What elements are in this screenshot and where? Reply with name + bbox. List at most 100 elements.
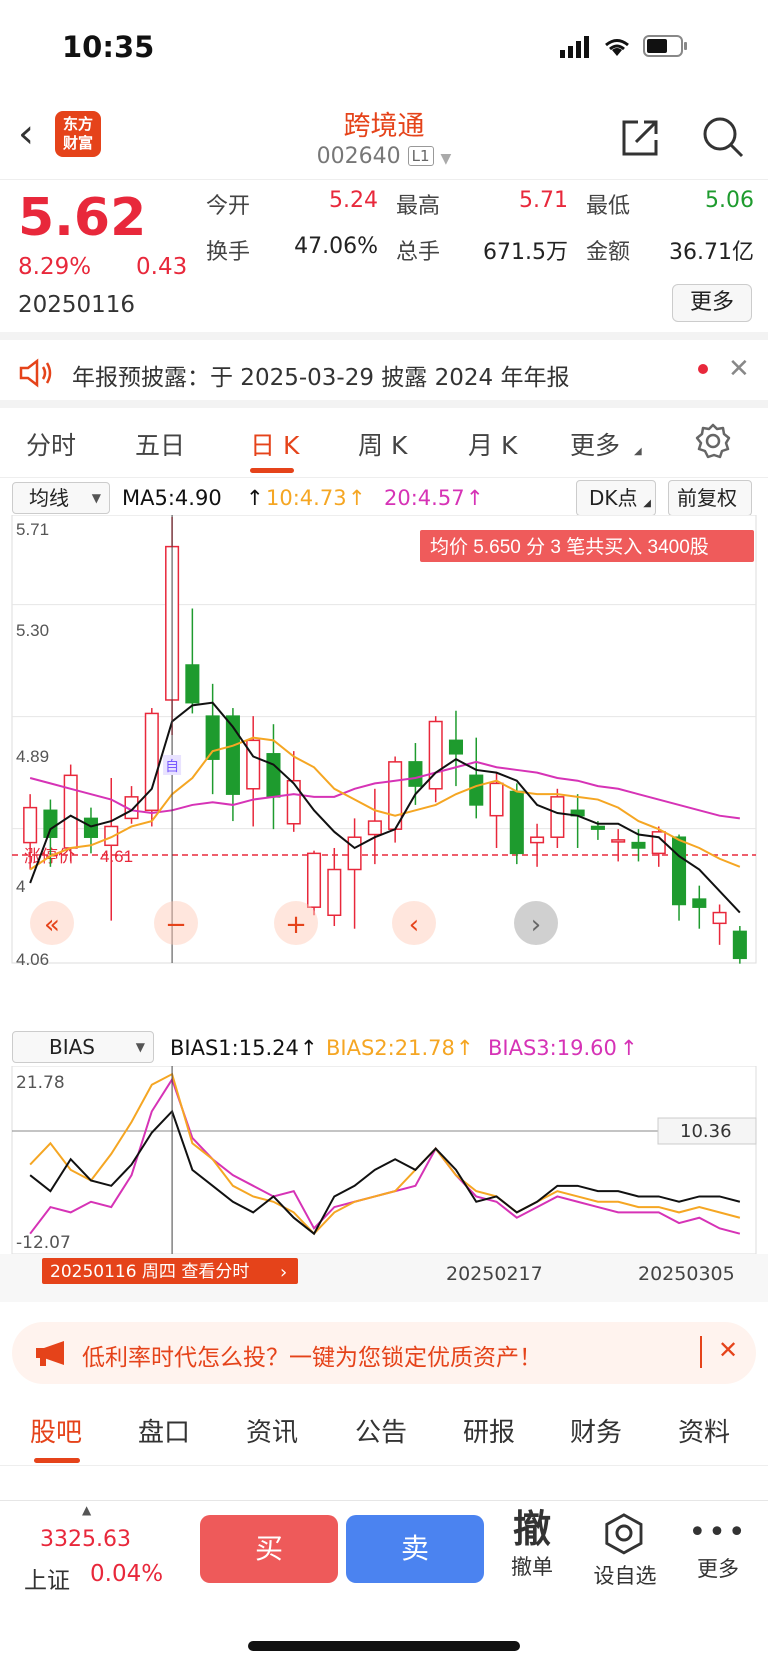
more-actions-button[interactable]: ••• 更多 <box>686 1513 750 1583</box>
settings-gear-icon[interactable] <box>694 422 732 460</box>
candle-body <box>448 739 464 755</box>
amount-value: 36.71亿 <box>669 240 754 265</box>
buy-button[interactable]: 买 <box>200 1515 338 1583</box>
dk-point-label: DK点 <box>589 486 638 510</box>
bias-select-label: BIAS <box>49 1035 95 1059</box>
period-tabs: 分时 五日 日 K 周 K 月 K 更多 ◢ <box>0 408 768 478</box>
bias1-value: BIAS1:15.24 <box>170 1036 299 1060</box>
signal-icon <box>560 36 589 58</box>
y-tick-label: 4 <box>16 877 25 896</box>
bias-select[interactable]: BIAS ▼ <box>12 1031 154 1063</box>
candle-body <box>611 839 626 843</box>
x-axis-date-1: 20250217 <box>446 1263 543 1285</box>
kline-chart[interactable]: 5.715.304.8944.06涨停价 4.61自均价 5.650 分 3 笔共… <box>0 515 768 1030</box>
x-axis-date-2: 20250305 <box>638 1263 735 1285</box>
tab-pankou[interactable]: 盘口 <box>138 1412 190 1449</box>
more-button[interactable]: 更多 <box>672 284 752 322</box>
tab-finance[interactable]: 财务 <box>570 1412 622 1449</box>
bias2-arrow-icon: ↑ <box>456 1036 474 1060</box>
candle-body <box>408 761 423 787</box>
index-name: 上证 <box>24 1568 70 1594</box>
quote-date: 20250116 <box>18 292 136 318</box>
tab-news[interactable]: 资讯 <box>246 1412 298 1449</box>
candle-body <box>732 930 747 960</box>
stock-code: 002640 <box>316 144 401 169</box>
cancel-order-icon: 撤 <box>512 1507 551 1551</box>
add-favorite-icon <box>605 1513 643 1555</box>
tab-profile[interactable]: 资料 <box>678 1412 730 1449</box>
candle-body <box>550 796 565 838</box>
speaker-icon <box>19 358 52 388</box>
tab-more[interactable]: 更多 <box>570 426 620 462</box>
tab-five-day[interactable]: 五日 <box>135 426 185 462</box>
search-icon[interactable] <box>700 114 746 160</box>
tab-weekly-k[interactable]: 周 K <box>358 426 407 462</box>
date-tip-text: 20250116 周四 查看分时 <box>50 1262 249 1282</box>
change-percent: 8.29% <box>18 254 92 280</box>
chart-control-icon: › <box>531 910 541 940</box>
dropdown-icon: ▼ <box>440 151 452 167</box>
candle-body <box>347 836 362 871</box>
candle-body <box>712 911 727 925</box>
volume-value: 671.5万 <box>483 240 568 265</box>
chart-control-icon: « <box>44 910 60 940</box>
promo-divider <box>700 1336 702 1368</box>
candle-body <box>43 809 58 838</box>
last-price: 5.62 <box>18 188 147 248</box>
cancel-order-button[interactable]: 撤 撤单 <box>504 1507 560 1581</box>
change-amount: 0.43 <box>136 254 188 280</box>
promo-close-icon[interactable]: ✕ <box>718 1336 738 1364</box>
high-label: 最高 <box>396 194 441 219</box>
date-tip-chevron-icon: › <box>280 1262 287 1283</box>
chart-control-icon: − <box>165 910 187 940</box>
bias-top-label: 21.78 <box>16 1073 65 1093</box>
y-tick-label: 5.71 <box>16 520 49 539</box>
candle-body <box>469 774 484 806</box>
candle-body <box>590 825 605 830</box>
amount-label: 金额 <box>586 240 631 265</box>
more-dots-icon: ••• <box>688 1515 748 1550</box>
battery-icon <box>643 35 687 57</box>
limit-price-value: 4.61 <box>100 847 133 866</box>
add-favorite-button[interactable]: 设自选 <box>588 1513 662 1590</box>
tab-more-caret-icon: ◢ <box>634 446 642 457</box>
promo-banner[interactable]: 低利率时代怎么投？一键为您锁定优质资产！ ✕ <box>12 1322 756 1384</box>
sell-button[interactable]: 卖 <box>346 1515 484 1583</box>
index-value[interactable]: 3325.63 <box>40 1527 131 1552</box>
candle-body <box>286 779 301 825</box>
tab-daily-k[interactable]: 日 K <box>250 426 299 462</box>
ma10-value: 10:4.73 <box>266 486 347 510</box>
info-tab-indicator <box>34 1458 80 1463</box>
tab-guba[interactable]: 股吧 <box>30 1412 82 1449</box>
wifi-icon <box>605 39 629 56</box>
close-icon[interactable]: ✕ <box>728 354 750 384</box>
high-value: 5.71 <box>519 188 568 213</box>
index-percent: 0.04% <box>90 1561 164 1587</box>
y-tick-label: 4.06 <box>16 950 49 969</box>
tab-timeshare[interactable]: 分时 <box>26 426 76 462</box>
ma20-value: 20:4.57 <box>384 486 465 510</box>
candle-body <box>63 774 78 849</box>
megaphone-icon <box>36 1341 64 1366</box>
active-tab-indicator <box>250 468 294 473</box>
candle-body <box>23 806 38 844</box>
chart-frame <box>11 515 757 964</box>
candle-body <box>327 868 342 917</box>
notice-bar[interactable]: 年报预披露：于 2025-03-29 披露 2024 年年报 ✕ <box>0 340 768 408</box>
candle-body <box>306 852 322 908</box>
dk-point-button[interactable]: DK点 ◢ <box>576 480 656 516</box>
bias-chart[interactable]: 10.36 21.78 -12.07 20250217 20250305 20250116… <box>0 1066 768 1306</box>
candle-body <box>671 836 687 906</box>
status-time: 10:35 <box>62 30 155 64</box>
tab-research[interactable]: 研报 <box>463 1412 515 1449</box>
tab-monthly-k[interactable]: 月 K <box>468 426 517 462</box>
share-icon[interactable] <box>618 116 662 160</box>
adjust-button[interactable]: 前复权 <box>668 480 752 516</box>
y-tick-label: 4.89 <box>16 747 49 766</box>
tab-announcements[interactable]: 公告 <box>355 1412 407 1449</box>
candle-body <box>388 761 403 830</box>
candle-body <box>530 836 545 844</box>
info-tabs: 股吧 盘口 资讯 公告 研报 财务 资料 <box>0 1396 768 1466</box>
ma-select[interactable]: 均线 ▼ <box>12 482 110 514</box>
candle-body <box>246 739 261 790</box>
